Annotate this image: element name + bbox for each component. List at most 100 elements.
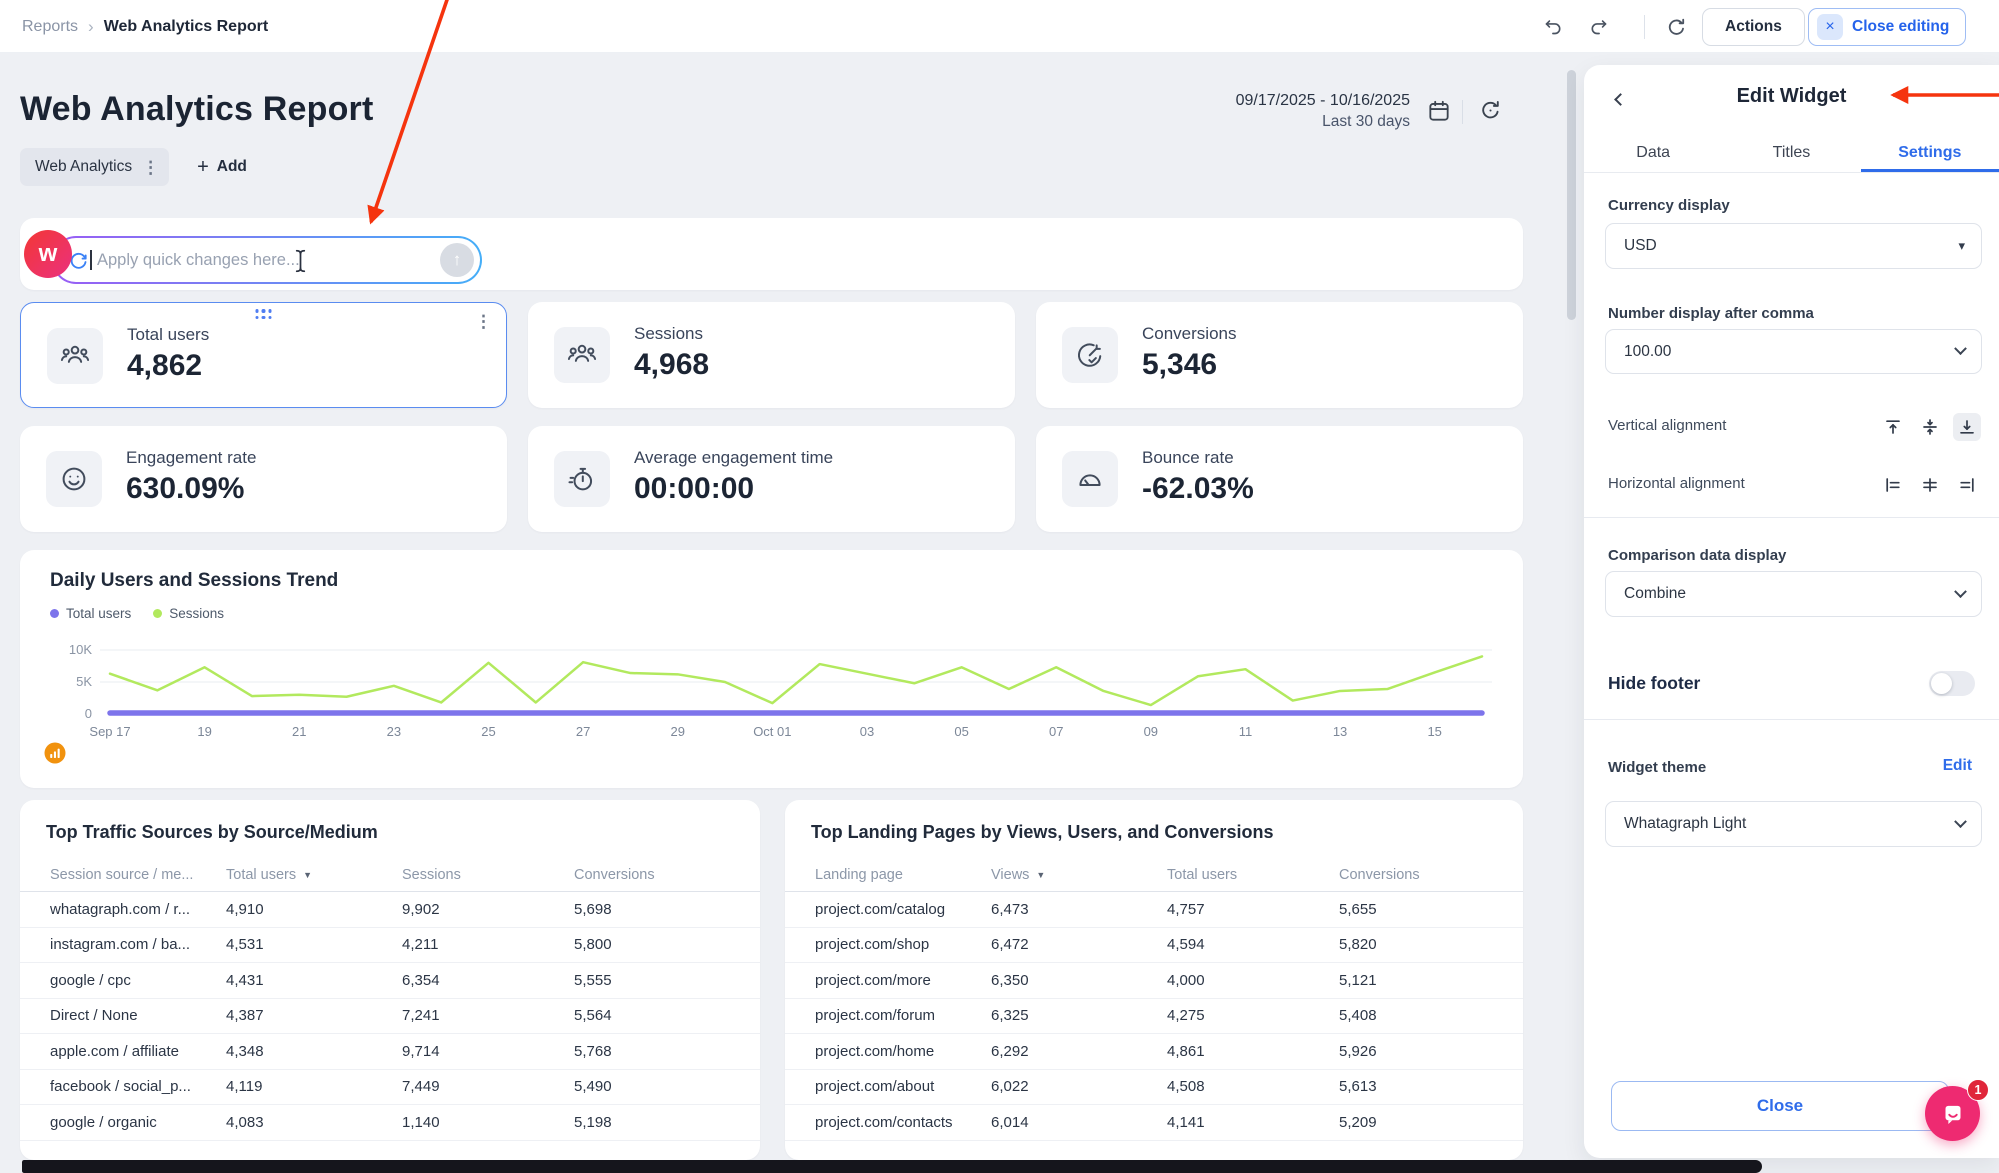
row-value: 5,698 bbox=[574, 901, 736, 918]
align-center-icon bbox=[1921, 476, 1939, 494]
row-value: 5,198 bbox=[574, 1114, 736, 1131]
refresh-report-button[interactable] bbox=[1662, 13, 1690, 41]
table-header-row: Landing page Views▼ Total users Conversi… bbox=[785, 858, 1523, 892]
row-value: 5,121 bbox=[1339, 972, 1499, 989]
align-bottom-button[interactable] bbox=[1953, 413, 1981, 441]
legend-label: Total users bbox=[66, 606, 131, 621]
notification-badge[interactable]: 1 bbox=[1967, 1079, 1989, 1101]
row-value: 4,348 bbox=[226, 1043, 402, 1060]
tab-settings[interactable]: Settings bbox=[1861, 133, 1999, 172]
row-value: 4,531 bbox=[226, 936, 402, 953]
align-left-button[interactable] bbox=[1879, 471, 1907, 499]
close-editing-button[interactable]: × Close editing bbox=[1808, 8, 1966, 46]
row-value: 5,564 bbox=[574, 1007, 736, 1024]
row-value: 5,408 bbox=[1339, 1007, 1499, 1024]
kpi-card-engagement-rate[interactable]: Engagement rate 630.09% bbox=[20, 426, 507, 532]
redo-button[interactable] bbox=[1584, 13, 1612, 41]
table-row: Direct / None4,3877,2415,564 bbox=[20, 999, 760, 1035]
date-divider bbox=[1462, 100, 1463, 124]
column-header[interactable]: Conversions bbox=[1339, 867, 1499, 883]
row-label: Direct / None bbox=[50, 1007, 226, 1024]
kpi-value: 00:00:00 bbox=[634, 472, 754, 506]
tab-titles[interactable]: Titles bbox=[1722, 133, 1860, 172]
plus-icon: + bbox=[197, 157, 209, 177]
date-range-display[interactable]: 09/17/2025 - 10/16/2025 Last 30 days bbox=[1150, 90, 1410, 133]
refresh-icon bbox=[1665, 16, 1688, 39]
google-analytics-icon[interactable] bbox=[44, 742, 66, 764]
row-value: 6,472 bbox=[991, 936, 1167, 953]
row-value: 6,014 bbox=[991, 1114, 1167, 1131]
undo-button[interactable] bbox=[1540, 13, 1568, 41]
ai-submit-button[interactable]: ↑ bbox=[440, 243, 474, 277]
row-value: 4,508 bbox=[1167, 1078, 1339, 1095]
legend-dot-total-users bbox=[50, 609, 59, 618]
table-row: whatagraph.com / r...4,9109,9025,698 bbox=[20, 892, 760, 928]
column-header[interactable]: Total users bbox=[1167, 867, 1339, 883]
close-icon: × bbox=[1817, 14, 1843, 40]
align-middle-button[interactable] bbox=[1916, 413, 1944, 441]
column-header[interactable]: Landing page bbox=[815, 867, 991, 883]
ai-quick-changes-input[interactable] bbox=[97, 251, 440, 270]
breadcrumb-reports[interactable]: Reports bbox=[22, 18, 78, 36]
kpi-card-avg-engagement-time[interactable]: Average engagement time 00:00:00 bbox=[528, 426, 1015, 532]
report-tag-chip[interactable]: Web Analytics ⋮ bbox=[20, 148, 169, 186]
table-row: facebook / social_p...4,1197,4495,490 bbox=[20, 1070, 760, 1106]
column-header-sorted[interactable]: Views▼ bbox=[991, 867, 1167, 883]
tab-data[interactable]: Data bbox=[1584, 133, 1722, 172]
window-bottom-edge bbox=[22, 1160, 1762, 1173]
align-top-icon bbox=[1884, 418, 1902, 436]
page-scrollbar[interactable] bbox=[1567, 70, 1576, 320]
legend-item-sessions[interactable]: Sessions bbox=[153, 606, 224, 621]
widget-theme-select[interactable]: Whatagraph Light bbox=[1605, 801, 1982, 847]
row-label: project.com/contacts bbox=[815, 1114, 991, 1131]
calendar-button[interactable] bbox=[1426, 98, 1452, 124]
actions-button[interactable]: Actions bbox=[1702, 8, 1805, 46]
panel-tabs: Data Titles Settings bbox=[1584, 133, 1999, 173]
traffic-sources-table-widget[interactable]: Top Traffic Sources by Source/Medium Ses… bbox=[20, 800, 760, 1160]
table-row: project.com/contacts6,0144,1415,209 bbox=[785, 1105, 1523, 1141]
row-value: 4,387 bbox=[226, 1007, 402, 1024]
x-axis-label: 21 bbox=[292, 724, 306, 739]
column-header[interactable]: Conversions bbox=[574, 867, 736, 883]
kpi-card-bounce-rate[interactable]: Bounce rate -62.03% bbox=[1036, 426, 1523, 532]
row-value: 6,292 bbox=[991, 1043, 1167, 1060]
column-header[interactable]: Session source / me... bbox=[50, 867, 226, 883]
chip-kebab-menu-icon[interactable]: ⋮ bbox=[142, 159, 159, 176]
drag-handle-icon[interactable] bbox=[255, 309, 272, 320]
widget-theme-edit-link[interactable]: Edit bbox=[1943, 757, 1972, 775]
row-value: 4,275 bbox=[1167, 1007, 1339, 1024]
table-header-row: Session source / me... Total users▼ Sess… bbox=[20, 858, 760, 892]
comparison-select[interactable]: Combine bbox=[1605, 571, 1982, 617]
legend-item-total-users[interactable]: Total users bbox=[50, 606, 131, 621]
row-value: 5,820 bbox=[1339, 936, 1499, 953]
table-row: project.com/shop6,4724,5945,820 bbox=[785, 928, 1523, 964]
align-center-button[interactable] bbox=[1916, 471, 1944, 499]
row-label: project.com/shop bbox=[815, 936, 991, 953]
column-header[interactable]: Sessions bbox=[402, 867, 574, 883]
decimals-select[interactable]: 100.00 bbox=[1605, 329, 1982, 374]
comparison-label: Comparison data display bbox=[1608, 547, 1786, 564]
mouse-ibeam-cursor bbox=[294, 249, 307, 273]
currency-select[interactable]: USD ▾ bbox=[1605, 223, 1982, 269]
panel-divider bbox=[1584, 719, 1999, 720]
kpi-card-total-users[interactable]: ⋮ Total users 4,862 bbox=[20, 302, 507, 408]
close-panel-button[interactable]: Close bbox=[1611, 1081, 1949, 1131]
kpi-value: 630.09% bbox=[126, 472, 244, 506]
kpi-card-conversions[interactable]: Conversions 5,346 bbox=[1036, 302, 1523, 408]
vertical-alignment-group bbox=[1879, 413, 1981, 441]
kpi-card-sessions[interactable]: Sessions 4,968 bbox=[528, 302, 1015, 408]
column-header-sorted[interactable]: Total users▼ bbox=[226, 867, 402, 883]
align-right-icon bbox=[1958, 476, 1976, 494]
trend-chart-widget[interactable]: Daily Users and Sessions Trend Total use… bbox=[20, 550, 1523, 788]
landing-pages-table-widget[interactable]: Top Landing Pages by Views, Users, and C… bbox=[785, 800, 1523, 1160]
add-page-button[interactable]: + Add bbox=[197, 157, 247, 177]
refresh-data-button[interactable] bbox=[1478, 98, 1503, 123]
widget-kebab-menu-icon[interactable]: ⋮ bbox=[475, 313, 492, 330]
hide-footer-toggle[interactable] bbox=[1929, 671, 1975, 696]
align-left-icon bbox=[1884, 476, 1902, 494]
align-right-button[interactable] bbox=[1953, 471, 1981, 499]
align-top-button[interactable] bbox=[1879, 413, 1907, 441]
sort-descending-icon: ▼ bbox=[303, 870, 312, 880]
row-value: 5,926 bbox=[1339, 1043, 1499, 1060]
row-value: 5,555 bbox=[574, 972, 736, 989]
